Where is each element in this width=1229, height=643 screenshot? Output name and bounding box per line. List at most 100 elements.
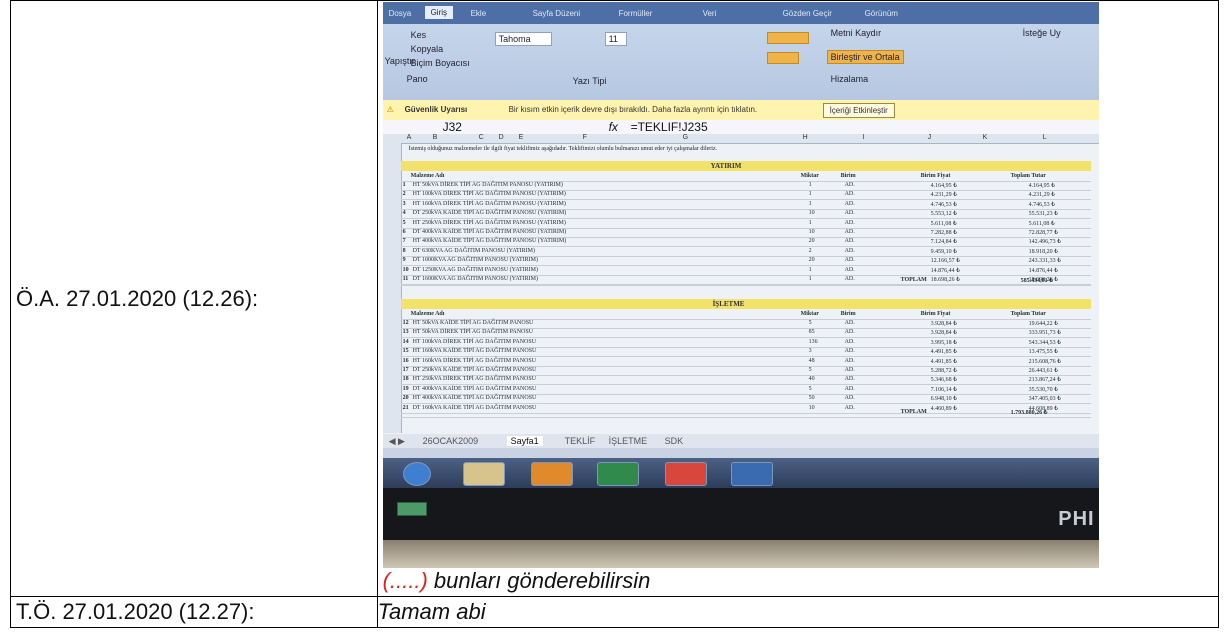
table-cell: 40 (808, 376, 815, 383)
spreadsheet-grid: ABCDEFGHIJKL İstemiş olduğunuz malzemele… (382, 134, 1099, 434)
table-cell: 55.531,23 ₺ (1028, 211, 1058, 218)
table-cell: 20 (808, 257, 815, 264)
table-cell: 2 (402, 191, 406, 198)
align-button (766, 32, 809, 44)
app-icon (730, 462, 773, 486)
message-sender-timestamp: Ö.A. 27.01.2020 (12.26): (16, 285, 259, 311)
table-cell: 19.644,22 ₺ (1028, 321, 1058, 327)
table-cell: 3.995,18 ₺ (930, 339, 957, 346)
table-cell: 4.231,29 ₺ (1028, 192, 1055, 199)
ribbon-tab: Sayfa Düzeni (532, 9, 581, 18)
ribbon-tab-bar: Dosya Giriş Ekle Sayfa Düzeni Formüller … (382, 2, 1099, 24)
table-cell: 1 (808, 182, 812, 188)
format-painter-label: Biçim Boyacısı (410, 58, 470, 68)
table-cell: 14.876,44 ₺ (1028, 267, 1058, 274)
sheet-tab: SDK (664, 436, 684, 446)
table-cell: AD. (844, 320, 855, 326)
table-cell: 9.459,10 ₺ (930, 248, 957, 255)
table-cell: AD. (844, 376, 855, 383)
table-cell: 13 (402, 329, 409, 336)
table-cell: 26.443,61 ₺ (1028, 368, 1058, 374)
table-cell: HT 250kVA DİREK TİPİ AG DAĞITIM PANOSU (412, 376, 537, 383)
table-cell: AD. (844, 367, 855, 373)
table-row: 9 DT 1000KVA AG DAĞITIM PANOSU (YATIRIM) 2… (400, 257, 1091, 267)
table-row: 4 DT 250kVA KAİDE TİPİ AG DAĞITIM PANOSU … (400, 210, 1091, 220)
table-cell: 142.496,73 ₺ (1028, 239, 1061, 246)
table-cell: 17 (402, 367, 409, 373)
table-cell: 50 (808, 395, 815, 402)
sheet-nav-icon: ◀ ▶ (388, 436, 405, 446)
ribbon-tab: Giriş (424, 6, 454, 19)
table-cell: 4.746,53 ₺ (1028, 201, 1055, 208)
table-row: 7 HT 400kVA KAİDE TİPİ AG DAĞITIM PANOSU … (400, 238, 1091, 248)
yatirim-band (400, 161, 1091, 171)
table-row: 2 HT 100kVA DİREK TİPİ AG DAĞITIM PANOSU … (400, 191, 1091, 201)
table-cell: 48 (808, 357, 815, 364)
table-cell: HT 250kVA DİREK TİPİ AG DAĞITIM PANOSU (… (412, 219, 566, 226)
table-cell: 8 (402, 247, 406, 254)
message-caption: (.....) bunları gönderebilirsin (378, 568, 1218, 596)
table-cell: 35.530,70 ₺ (1028, 386, 1058, 393)
table-cell: 4.491,85 ₺ (930, 349, 957, 356)
table-cell: 1 (808, 191, 812, 198)
table-cell: 543.344,53 ₺ (1028, 339, 1061, 346)
monitor-brand-logo: PHI (1058, 508, 1095, 530)
table-cell: HT 50kVA KAİDE TİPİ AG DAĞITIM PANOSU (412, 320, 534, 326)
table-cell: 18 (402, 376, 409, 383)
table-cell: AD. (844, 329, 855, 336)
clipboard-group-label: Pano (406, 74, 428, 84)
table-cell: 7.106,14 ₺ (930, 386, 957, 393)
desk-surface (382, 540, 1099, 568)
table-cell: AD. (844, 219, 855, 226)
table-cell: AD. (844, 357, 855, 364)
formula-text: =TEKLIF!J235 (630, 120, 708, 134)
sheet-tab-active: Sayfa1 (506, 436, 543, 446)
security-warning-label: Güvenlik Uyarısı (404, 105, 468, 114)
copy-label: Kopyala (410, 44, 444, 54)
table-cell: DT 250kVA KAİDE TİPİ AG DAĞITIM PANOSU (… (412, 210, 567, 217)
table-cell: DT 250kVA KAİDE TİPİ AG DAĞITIM PANOSU (412, 367, 537, 373)
table-cell: 2 (808, 247, 812, 254)
table-cell: HT 400kVA KAİDE TİPİ AG DAĞITIM PANOSU (412, 395, 537, 402)
status-bar (382, 448, 1099, 458)
table-cell: HT 160kVA DİREK TİPİ AG DAĞITIM PANOSU (412, 357, 537, 364)
table-cell: 3.928,84 ₺ (930, 330, 957, 337)
table-cell: 85 (808, 329, 815, 336)
table-cell: 7 (402, 238, 406, 245)
table-row: 15 HT 160kVA KAİDE TİPİ AG DAĞITIM PANOSU… (400, 348, 1091, 358)
redacted-name: (.....) (382, 568, 428, 593)
center-align-button (766, 52, 799, 64)
table-cell: 19 (402, 385, 409, 392)
isletme-total-row: TOPLAM 1.793.880,26 ₺ (400, 409, 1091, 418)
table-cell: AD. (844, 385, 855, 392)
chrome-icon (664, 462, 707, 486)
merge-center-button: Birleştir ve Ortala (826, 50, 904, 64)
ribbon-tab: Dosya (388, 9, 412, 18)
table-cell: 14 (402, 338, 409, 345)
table-cell: 15 (402, 348, 409, 355)
table-cell: 5 (808, 385, 812, 392)
table-cell: 12.166,57 ₺ (930, 258, 960, 265)
table-cell: 13.475,55 ₺ (1028, 349, 1058, 356)
sheet-tab: 26OCAK2009 (422, 436, 479, 446)
table-cell: 5 (808, 320, 812, 326)
table-cell: AD. (844, 191, 855, 198)
message-sender-timestamp: T.Ö. 27.01.2020 (12.27): (16, 599, 255, 624)
table-cell: 1 (808, 219, 812, 226)
table-cell: DT 1250KVA AG DAĞITIM PANOSU (YATIRIM) (412, 266, 538, 273)
column-headers: ABCDEFGHIJKL (382, 134, 1099, 144)
table-cell: HT 400kVA KAİDE TİPİ AG DAĞITIM PANOSU (… (412, 238, 567, 245)
table-cell: AD. (844, 348, 855, 355)
message-content-cell: Dosya Giriş Ekle Sayfa Düzeni Formüller … (376, 0, 1220, 597)
excel-photo: Dosya Giriş Ekle Sayfa Düzeni Formüller … (382, 2, 1099, 568)
security-warning-bar: ⚠ Güvenlik Uyarısı Bir kısım etkin içeri… (382, 100, 1099, 121)
table-cell: 347.405,03 ₺ (1028, 396, 1061, 403)
table-cell: 3 (402, 200, 406, 207)
ribbon-tab: Ekle (470, 9, 487, 18)
table-cell: DT 400kVA KAİDE TİPİ AG DAĞITIM PANOSU (… (412, 229, 567, 235)
warning-icon: ⚠ (386, 105, 394, 114)
conversation-table: Ö.A. 27.01.2020 (12.26): Dosya Giriş Ekl… (10, 0, 1220, 628)
explorer-icon (462, 462, 505, 486)
table-cell: 213.867,24 ₺ (1028, 377, 1061, 384)
table-cell: 18.918,20 ₺ (1028, 248, 1058, 255)
